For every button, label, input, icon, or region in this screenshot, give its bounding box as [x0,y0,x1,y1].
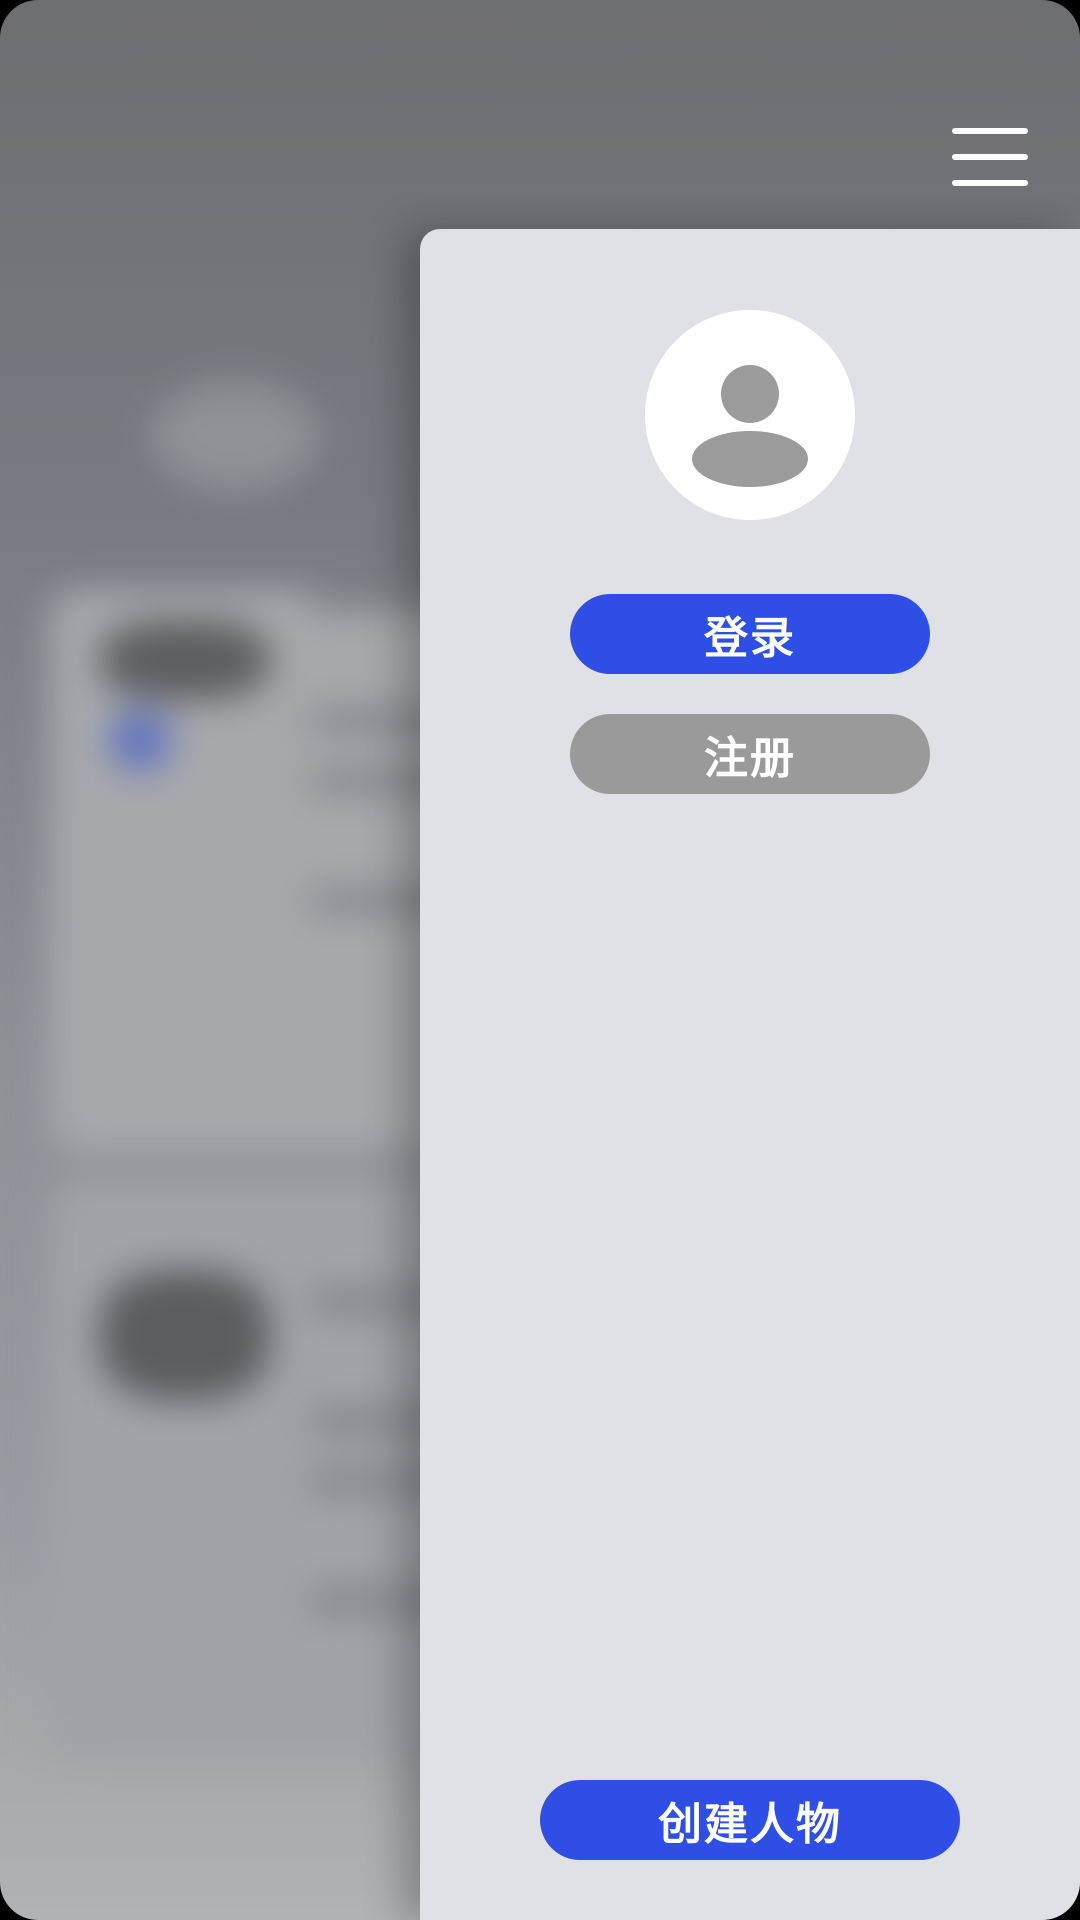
create-character-button[interactable]: 创建人物 [540,1780,960,1860]
side-drawer: 登录 注册 创建人物 [420,229,1080,1920]
user-avatar-icon[interactable] [645,310,855,520]
menu-line [952,180,1028,186]
background-image-blob [100,620,270,700]
menu-line [952,128,1028,134]
avatar-head [721,365,779,423]
app-screen: 登录 注册 创建人物 [0,0,1080,1920]
login-button[interactable]: 登录 [570,594,930,674]
register-button[interactable]: 注册 [570,714,930,794]
background-blue-dot [110,710,170,770]
hamburger-menu-icon[interactable] [952,126,1028,190]
background-glow [150,380,320,490]
avatar-body [692,431,808,487]
menu-line [952,154,1028,160]
background-image-blob [100,1270,270,1400]
